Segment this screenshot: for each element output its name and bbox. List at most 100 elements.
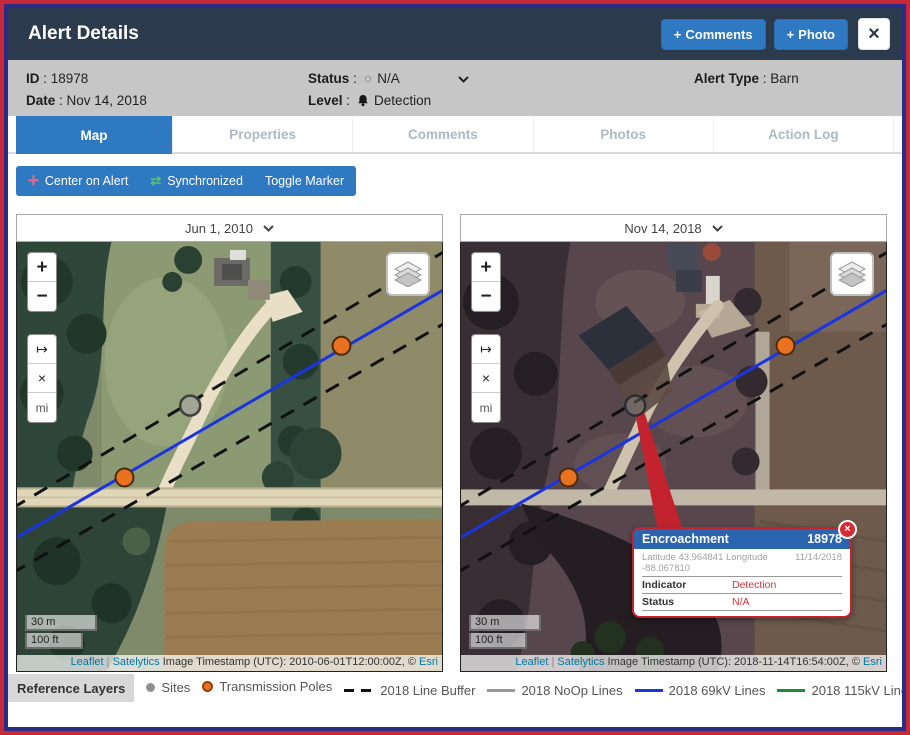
line-icon bbox=[635, 689, 663, 692]
scale-control: 30 m 100 ft bbox=[469, 615, 541, 649]
site-dot-icon bbox=[146, 683, 155, 692]
alert-date: Date : Nov 14, 2018 bbox=[26, 93, 308, 108]
crosshair-icon: ✛ bbox=[28, 173, 39, 189]
map-panel-left: Jun 1, 2010 bbox=[16, 214, 443, 672]
satelytics-link[interactable]: Satelytics bbox=[557, 656, 604, 668]
legend-item: 2018 NoOp Lines bbox=[487, 683, 622, 698]
legend-item-label: Sites bbox=[161, 680, 190, 695]
popup-indicator-row: Indicator Detection bbox=[642, 577, 842, 594]
line-icon bbox=[777, 689, 805, 692]
status-circle-icon: ○ bbox=[364, 70, 372, 86]
esri-link[interactable]: Esri bbox=[863, 656, 882, 668]
reference-layers-legend: Reference Layers Sites Transmission Poles… bbox=[8, 674, 902, 702]
plus-icon: + bbox=[787, 27, 795, 42]
tab-comments[interactable]: Comments bbox=[353, 116, 533, 152]
zoom-out-button[interactable]: − bbox=[472, 282, 500, 311]
synchronized-button[interactable]: ⇄ Synchronized bbox=[150, 173, 243, 189]
popup-close-icon[interactable]: × bbox=[838, 520, 857, 539]
left-date-selector[interactable]: Jun 1, 2010 bbox=[16, 214, 443, 242]
layers-icon bbox=[394, 261, 422, 287]
satelytics-link[interactable]: Satelytics bbox=[113, 656, 160, 668]
legend-item: 2018 115kV Lines bbox=[777, 683, 902, 698]
popup-title: Encroachment bbox=[642, 532, 729, 546]
transmission-pole-marker bbox=[777, 337, 795, 355]
status-dropdown[interactable]: Status : ○ N/A bbox=[308, 70, 694, 86]
modal-header: Alert Details +Comments +Photo × bbox=[8, 8, 902, 60]
map-panels: Jun 1, 2010 bbox=[8, 200, 902, 672]
close-icon[interactable]: × bbox=[858, 18, 890, 50]
measure-control: ↦ × mi bbox=[471, 334, 501, 423]
left-map-imagery bbox=[17, 242, 442, 671]
map-toolbar-row: ✛ Center on Alert ⇄ Synchronized Toggle … bbox=[8, 154, 902, 200]
scale-feet: 100 ft bbox=[25, 633, 83, 649]
alert-info-bar: ID : 18978 Status : ○ N/A Alert Type : B… bbox=[8, 60, 902, 116]
encroachment-popup: × Encroachment 18978 Latitude 43.964841 … bbox=[632, 527, 852, 618]
esri-link[interactable]: Esri bbox=[419, 656, 438, 668]
site-marker bbox=[180, 396, 200, 416]
scale-feet: 100 ft bbox=[469, 633, 527, 649]
legend-item: 2018 Line Buffer bbox=[344, 683, 475, 698]
legend-item: 2018 69kV Lines bbox=[635, 683, 766, 698]
pole-circle-icon bbox=[202, 681, 213, 692]
leaflet-link[interactable]: Leaflet bbox=[71, 656, 104, 668]
alert-level: Level : Detection bbox=[308, 93, 694, 108]
site-marker bbox=[625, 396, 645, 416]
legend-item-label: 2018 115kV Lines bbox=[811, 683, 902, 698]
modal-inner: Alert Details +Comments +Photo × ID : 18… bbox=[4, 4, 906, 731]
tab-bar: Map Properties Comments Photos Action Lo… bbox=[8, 116, 902, 154]
chevron-down-icon bbox=[458, 71, 469, 86]
status-value: N/A bbox=[377, 71, 400, 86]
legend-item-label: 2018 69kV Lines bbox=[669, 683, 766, 698]
add-photo-button[interactable]: +Photo bbox=[774, 19, 848, 50]
measure-button[interactable]: ↦ bbox=[28, 335, 56, 364]
alert-type: Alert Type : Barn bbox=[694, 71, 884, 86]
popup-coordinates: Latitude 43.964841 Longitude -88.067810 … bbox=[642, 549, 842, 577]
scale-meters: 30 m bbox=[469, 615, 541, 631]
legend-item-label: 2018 NoOp Lines bbox=[521, 683, 622, 698]
zoom-out-button[interactable]: − bbox=[28, 282, 56, 311]
popup-id: 18978 bbox=[807, 532, 842, 546]
transmission-pole-marker bbox=[116, 468, 134, 486]
left-attribution: Leaflet | Satelytics Image Timestamp (UT… bbox=[17, 655, 442, 671]
leaflet-link[interactable]: Leaflet bbox=[515, 656, 548, 668]
layers-button[interactable] bbox=[386, 252, 430, 296]
tab-map[interactable]: Map bbox=[16, 116, 173, 154]
right-attribution: Leaflet | Satelytics Image Timestamp (UT… bbox=[461, 655, 886, 671]
zoom-in-button[interactable]: + bbox=[472, 253, 500, 282]
plus-icon: + bbox=[674, 27, 682, 42]
measure-unit-button[interactable]: mi bbox=[472, 393, 500, 422]
transmission-pole-marker bbox=[333, 337, 351, 355]
tab-action-log[interactable]: Action Log bbox=[714, 116, 894, 152]
sync-icon: ⇄ bbox=[150, 173, 161, 189]
tab-photos[interactable]: Photos bbox=[534, 116, 714, 152]
measure-control: ↦ × mi bbox=[27, 334, 57, 423]
layers-button[interactable] bbox=[830, 252, 874, 296]
legend-item-label: Transmission Poles bbox=[219, 679, 332, 694]
chevron-down-icon bbox=[263, 225, 274, 232]
map-toolbar: ✛ Center on Alert ⇄ Synchronized Toggle … bbox=[16, 166, 356, 196]
center-on-alert-button[interactable]: ✛ Center on Alert bbox=[28, 173, 128, 189]
measure-clear-button[interactable]: × bbox=[472, 364, 500, 393]
zoom-in-button[interactable]: + bbox=[28, 253, 56, 282]
left-map[interactable]: + − ↦ × mi 30 m 100 ft bbox=[16, 242, 443, 672]
line-icon bbox=[487, 689, 515, 692]
legend-item: Sites bbox=[146, 680, 190, 695]
legend-item: Transmission Poles bbox=[202, 679, 332, 694]
page-title: Alert Details bbox=[28, 23, 653, 45]
measure-button[interactable]: ↦ bbox=[472, 335, 500, 364]
tab-properties[interactable]: Properties bbox=[173, 116, 353, 152]
zoom-control: + − bbox=[471, 252, 501, 312]
scale-control: 30 m 100 ft bbox=[25, 615, 97, 649]
legend-title: Reference Layers bbox=[8, 674, 134, 702]
measure-clear-button[interactable]: × bbox=[28, 364, 56, 393]
bell-icon bbox=[357, 94, 369, 107]
toggle-marker-button[interactable]: Toggle Marker bbox=[265, 174, 344, 188]
chevron-down-icon bbox=[712, 225, 723, 232]
measure-unit-button[interactable]: mi bbox=[28, 393, 56, 422]
layers-icon bbox=[838, 261, 866, 287]
zoom-control: + − bbox=[27, 252, 57, 312]
map-panel-right: Nov 14, 2018 bbox=[460, 214, 887, 672]
right-date-selector[interactable]: Nov 14, 2018 bbox=[460, 214, 887, 242]
add-comments-button[interactable]: +Comments bbox=[661, 19, 766, 50]
right-map[interactable]: + − ↦ × mi × bbox=[460, 242, 887, 672]
